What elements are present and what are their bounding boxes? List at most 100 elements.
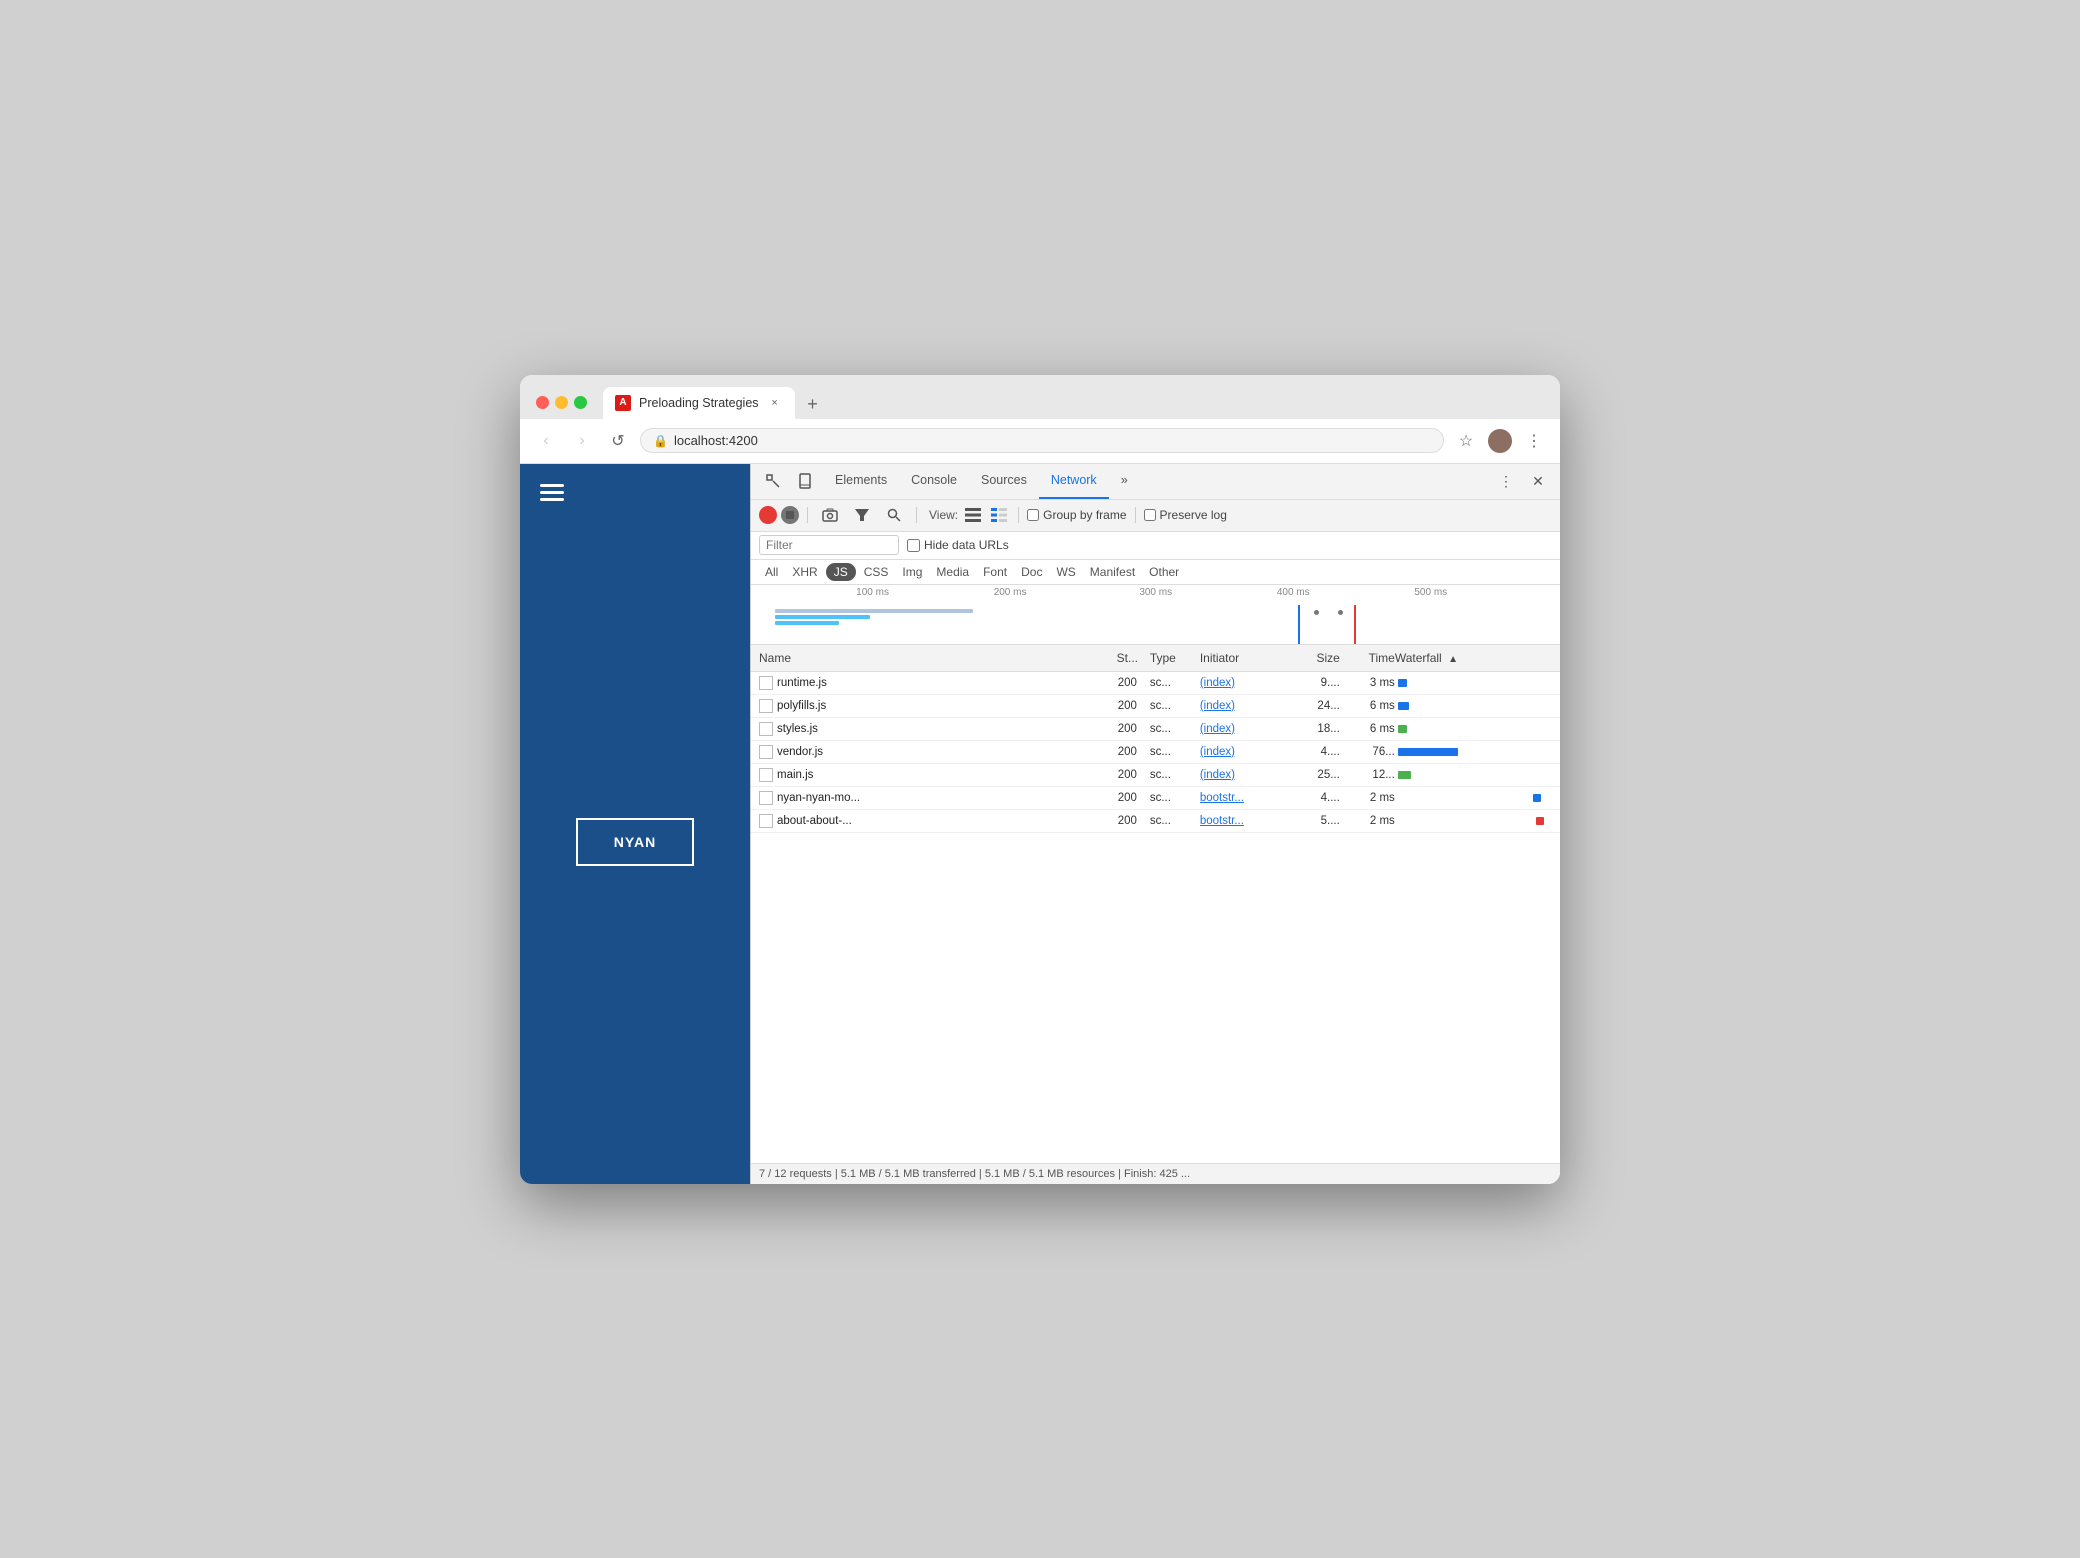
- cell-time: 6 ms: [1340, 723, 1395, 735]
- table-row[interactable]: styles.js 200 sc... (index) 18... 6 ms: [751, 718, 1560, 741]
- cell-type: sc...: [1150, 815, 1200, 827]
- group-by-frame-checkbox[interactable]: Group by frame: [1027, 508, 1126, 522]
- table-row[interactable]: about-about-... 200 sc... bootstr... 5..…: [751, 810, 1560, 833]
- waterfall-view-button[interactable]: [988, 504, 1010, 526]
- cell-initiator[interactable]: (index): [1200, 746, 1285, 758]
- separator-3: [1018, 507, 1019, 523]
- cell-status: 200: [1105, 677, 1150, 689]
- cell-waterfall: [1395, 676, 1552, 690]
- cell-initiator[interactable]: bootstr...: [1200, 792, 1285, 804]
- col-header-time[interactable]: Time: [1340, 651, 1395, 665]
- filter-xhr[interactable]: XHR: [786, 563, 823, 581]
- filter-font[interactable]: Font: [977, 563, 1013, 581]
- hamburger-menu[interactable]: [540, 484, 564, 501]
- cell-initiator[interactable]: bootstr...: [1200, 815, 1285, 827]
- tab-console[interactable]: Console: [899, 464, 969, 500]
- nyan-button[interactable]: NYAN: [576, 818, 694, 866]
- col-header-name[interactable]: Name: [759, 651, 1105, 665]
- avatar[interactable]: [1488, 429, 1512, 453]
- filter-css[interactable]: CSS: [858, 563, 895, 581]
- cell-type: sc...: [1150, 677, 1200, 689]
- devtools-tabs: Elements Console Sources Network »: [823, 464, 1488, 500]
- cell-initiator[interactable]: (index): [1200, 677, 1285, 689]
- table-row[interactable]: runtime.js 200 sc... (index) 9.... 3 ms: [751, 672, 1560, 695]
- cell-initiator[interactable]: (index): [1200, 769, 1285, 781]
- devtools-more-button[interactable]: ⋮: [1492, 467, 1520, 495]
- devtools-header-actions: ⋮ ✕: [1492, 467, 1552, 495]
- hide-data-urls-checkbox[interactable]: Hide data URLs: [907, 538, 1009, 552]
- filter-button[interactable]: [848, 501, 876, 529]
- cell-status: 200: [1105, 815, 1150, 827]
- cell-waterfall: [1395, 699, 1552, 713]
- cell-name: vendor.js: [759, 745, 1105, 759]
- new-tab-button[interactable]: +: [799, 391, 827, 419]
- record-button[interactable]: [759, 506, 777, 524]
- timeline-label-300: 300 ms: [1139, 587, 1172, 598]
- nyan-btn-container: NYAN: [540, 521, 730, 1164]
- stop-button[interactable]: [781, 506, 799, 524]
- cell-initiator[interactable]: (index): [1200, 700, 1285, 712]
- cell-size: 4....: [1285, 792, 1340, 804]
- bookmark-button[interactable]: ☆: [1452, 427, 1480, 455]
- cell-status: 200: [1105, 746, 1150, 758]
- nav-bar: ‹ › ↺ 🔒 localhost:4200 ☆ ⋮: [520, 419, 1560, 464]
- table-row[interactable]: polyfills.js 200 sc... (index) 24... 6 m…: [751, 695, 1560, 718]
- table-row[interactable]: main.js 200 sc... (index) 25... 12...: [751, 764, 1560, 787]
- col-header-type[interactable]: Type: [1150, 651, 1200, 665]
- device-toolbar-button[interactable]: [791, 467, 819, 495]
- browser-menu-button[interactable]: ⋮: [1520, 427, 1548, 455]
- filter-doc[interactable]: Doc: [1015, 563, 1048, 581]
- browser-window: Preloading Strategies × + ‹ › ↺ 🔒 localh…: [520, 375, 1560, 1184]
- cell-size: 25...: [1285, 769, 1340, 781]
- tab-elements[interactable]: Elements: [823, 464, 899, 500]
- col-header-initiator[interactable]: Initiator: [1200, 651, 1285, 665]
- table-row[interactable]: vendor.js 200 sc... (index) 4.... 76...: [751, 741, 1560, 764]
- filter-js[interactable]: JS: [826, 563, 856, 581]
- filter-img[interactable]: Img: [896, 563, 928, 581]
- screenshot-button[interactable]: [816, 501, 844, 529]
- devtools-close-button[interactable]: ✕: [1524, 467, 1552, 495]
- sort-arrow-up: ▲: [1448, 654, 1458, 665]
- close-traffic-light[interactable]: [536, 396, 549, 409]
- url-text: localhost:4200: [674, 433, 1431, 448]
- file-icon: [759, 722, 773, 736]
- traffic-lights: [536, 396, 587, 409]
- timeline-label-500: 500 ms: [1414, 587, 1447, 598]
- filter-other[interactable]: Other: [1143, 563, 1185, 581]
- refresh-button[interactable]: ↺: [604, 427, 632, 455]
- cell-waterfall: [1395, 768, 1552, 782]
- browser-tab-active[interactable]: Preloading Strategies ×: [603, 387, 795, 419]
- filter-all[interactable]: All: [759, 563, 784, 581]
- filter-input[interactable]: [759, 535, 899, 555]
- maximize-traffic-light[interactable]: [574, 396, 587, 409]
- file-icon: [759, 791, 773, 805]
- cell-waterfall: [1395, 814, 1552, 828]
- file-icon: [759, 699, 773, 713]
- status-bar: 7 / 12 requests | 5.1 MB / 5.1 MB transf…: [751, 1163, 1560, 1184]
- minimize-traffic-light[interactable]: [555, 396, 568, 409]
- col-header-waterfall[interactable]: Waterfall ▲: [1395, 651, 1552, 665]
- search-button[interactable]: [880, 501, 908, 529]
- filter-manifest[interactable]: Manifest: [1084, 563, 1141, 581]
- filter-types: All XHR JS CSS Img Media Font: [751, 560, 1560, 585]
- cell-size: 9....: [1285, 677, 1340, 689]
- tab-sources[interactable]: Sources: [969, 464, 1039, 500]
- cell-initiator[interactable]: (index): [1200, 723, 1285, 735]
- filter-ws[interactable]: WS: [1050, 563, 1081, 581]
- col-header-size[interactable]: Size: [1285, 651, 1340, 665]
- back-button[interactable]: ‹: [532, 427, 560, 455]
- tab-more[interactable]: »: [1109, 464, 1140, 500]
- table-rows-container: runtime.js 200 sc... (index) 9.... 3 ms …: [751, 672, 1560, 833]
- list-view-button[interactable]: [962, 504, 984, 526]
- nav-actions: ☆ ⋮: [1452, 427, 1548, 455]
- table-row[interactable]: nyan-nyan-mo... 200 sc... bootstr... 4..…: [751, 787, 1560, 810]
- tab-network[interactable]: Network: [1039, 464, 1109, 500]
- forward-button[interactable]: ›: [568, 427, 596, 455]
- timeline-label-200: 200 ms: [994, 587, 1027, 598]
- col-header-status[interactable]: St...: [1105, 651, 1150, 665]
- inspect-element-button[interactable]: [759, 467, 787, 495]
- preserve-log-checkbox[interactable]: Preserve log: [1144, 508, 1227, 522]
- filter-media[interactable]: Media: [930, 563, 975, 581]
- address-bar[interactable]: 🔒 localhost:4200: [640, 428, 1444, 453]
- tab-close-button[interactable]: ×: [767, 395, 783, 411]
